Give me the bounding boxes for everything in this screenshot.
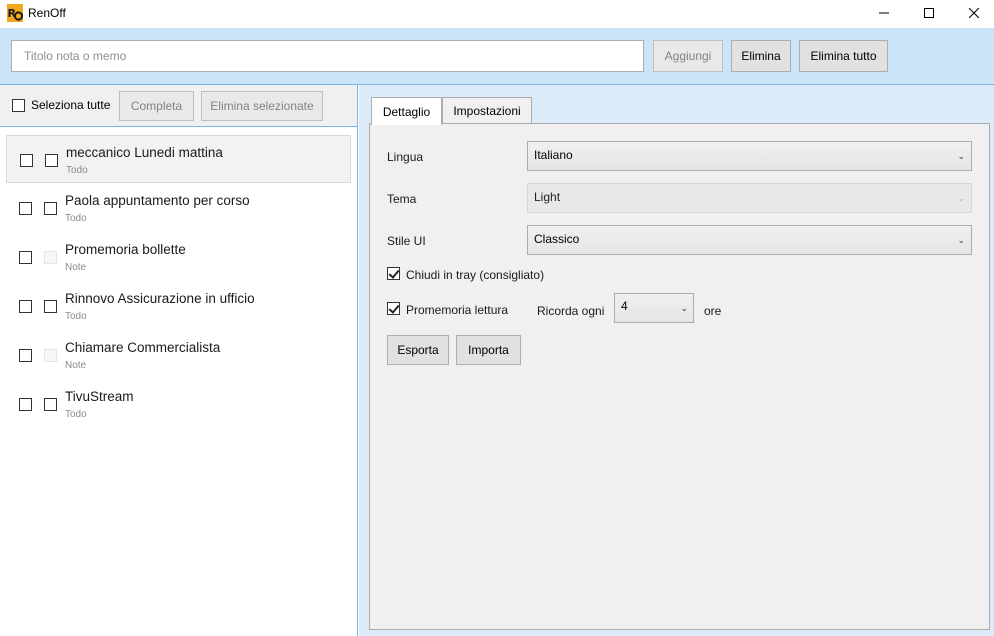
item-done-checkbox[interactable] [45,154,58,167]
theme-select: Light ⌄ [527,183,972,213]
ui-style-value: Classico [534,232,580,246]
hours-label: ore [704,304,722,318]
delete-button[interactable]: Elimina [731,40,791,72]
close-button[interactable] [951,0,994,26]
reminder-checkbox[interactable] [387,302,400,315]
reminder-label[interactable]: Promemoria lettura [406,303,508,317]
maximize-icon [924,8,934,18]
item-title: Chiamare Commercialista [65,340,221,355]
export-button[interactable]: Esporta [387,335,449,365]
item-done-checkbox[interactable] [44,398,57,411]
item-done-checkbox [44,349,57,362]
chevron-down-icon: ⌄ [957,151,965,161]
item-title: Promemoria bollette [65,242,186,257]
top-toolbar: Aggiungi Elimina Elimina tutto [0,28,994,85]
remind-hours-value: 4 [621,299,628,313]
note-title-input[interactable] [11,40,644,72]
window-title: RenOff [28,6,66,20]
select-all-checkbox[interactable] [12,99,25,112]
language-select[interactable]: Italiano ⌄ [527,141,972,171]
item-select-checkbox[interactable] [20,154,33,167]
theme-label: Tema [387,192,417,206]
item-select-checkbox[interactable] [19,251,32,264]
remind-every-label: Ricorda ogni [537,304,605,318]
app-logo-icon: R [7,4,23,22]
delete-selected-button[interactable]: Elimina selezionate [201,91,323,121]
chevron-down-icon: ⌄ [957,193,965,203]
item-title: Paola appuntamento per corso [65,193,250,208]
list-item[interactable]: Paola appuntamento per corso Todo [6,184,351,232]
chevron-down-icon: ⌄ [680,303,688,313]
list-item[interactable]: Rinnovo Assicurazione in ufficio Todo [6,282,351,330]
item-done-checkbox[interactable] [44,300,57,313]
item-select-checkbox[interactable] [19,349,32,362]
item-title: TivuStream [65,389,134,404]
delete-all-button[interactable]: Elimina tutto [799,40,888,72]
list-item[interactable]: Chiamare Commercialista Note [6,331,351,379]
item-type: Note [65,262,87,273]
chevron-down-icon: ⌄ [957,235,965,245]
ui-style-label: Stile UI [387,234,426,248]
list-item[interactable]: Promemoria bollette Note [6,233,351,281]
select-all-label[interactable]: Seleziona tutte [31,98,110,112]
complete-button[interactable]: Completa [119,91,194,121]
list-item[interactable]: meccanico Lunedi mattina Todo [6,135,351,183]
item-done-checkbox [44,251,57,264]
item-type: Todo [65,409,87,420]
minimize-button[interactable] [861,0,907,26]
maximize-button[interactable] [906,0,952,26]
item-select-checkbox[interactable] [19,300,32,313]
tray-label[interactable]: Chiudi in tray (consigliato) [406,268,544,282]
language-value: Italiano [534,148,573,162]
item-done-checkbox[interactable] [44,202,57,215]
title-bar: R RenOff [0,0,994,28]
theme-value: Light [534,190,561,204]
minimize-icon [879,12,889,14]
item-type: Todo [65,213,87,224]
list-item[interactable]: TivuStream Todo [6,380,351,428]
item-select-checkbox[interactable] [19,398,32,411]
settings-tab-content: Lingua Italiano ⌄ Tema Light ⌄ Stile UI … [369,123,990,630]
close-icon [969,8,979,18]
remind-hours-select[interactable]: 4 ⌄ [614,293,694,323]
add-button[interactable]: Aggiungi [653,40,723,72]
item-select-checkbox[interactable] [19,202,32,215]
tab-detail[interactable]: Dettaglio [371,97,442,125]
tab-settings[interactable]: Impostazioni [442,97,532,124]
item-title: Rinnovo Assicurazione in ufficio [65,291,255,306]
list-header: Seleziona tutte Completa Elimina selezio… [0,85,357,127]
item-title: meccanico Lunedi mattina [66,145,223,160]
item-type: Note [65,360,87,371]
item-type: Todo [66,165,88,176]
tray-checkbox[interactable] [387,267,400,280]
ui-style-select[interactable]: Classico ⌄ [527,225,972,255]
import-button[interactable]: Importa [456,335,521,365]
language-label: Lingua [387,150,424,164]
notes-list-panel: Seleziona tutte Completa Elimina selezio… [0,85,358,636]
details-panel: Dettaglio Impostazioni Lingua Italiano ⌄… [359,85,994,636]
item-type: Todo [65,311,87,322]
